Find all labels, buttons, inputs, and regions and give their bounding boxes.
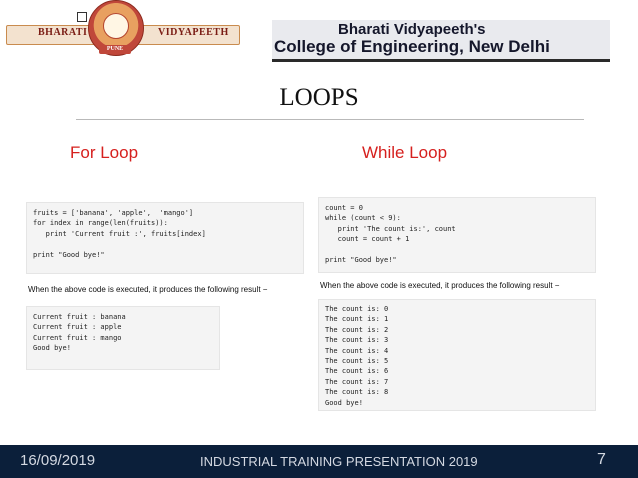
output-line: Good bye!: [33, 344, 71, 353]
while-loop-output-panel: The count is: 0 The count is: 1 The coun…: [318, 299, 596, 411]
for-loop-output-panel: Current fruit : banana Current fruit : a…: [26, 306, 220, 370]
code-line: count = 0: [325, 204, 363, 212]
checkbox-icon: [77, 12, 87, 22]
logo-city: PUNE: [99, 45, 131, 54]
output-line: The count is: 1: [325, 315, 389, 324]
title-divider: [76, 119, 584, 120]
while-loop-heading: While Loop: [362, 143, 448, 162]
slide-title: LOOPS: [279, 84, 359, 111]
output-line: The count is: 4: [325, 346, 389, 355]
institution-name-line2: College of Engineering, New Delhi: [274, 37, 550, 56]
page-number: 7: [597, 451, 606, 468]
footer-title: INDUSTRIAL TRAINING PRESENTATION 2019: [200, 454, 478, 469]
output-line: The count is: 5: [325, 356, 389, 365]
logo-seal-center-icon: [103, 13, 129, 39]
code-line: print 'The count is:', count: [325, 224, 456, 233]
code-line: count = count + 1: [325, 235, 410, 244]
for-loop-heading: For Loop: [70, 143, 139, 162]
output-line: The count is: 0: [325, 305, 389, 313]
code-line: print "Good bye!": [33, 250, 105, 259]
output-line: Current fruit : mango: [33, 333, 122, 342]
logo-right-text: VIDYAPEETH: [158, 27, 229, 38]
output-line: The count is: 8: [325, 388, 389, 397]
logo-left-text: BHARATI: [38, 27, 88, 38]
output-line: The count is: 3: [325, 336, 389, 345]
output-line: The count is: 2: [325, 325, 389, 334]
institution-name-line1: Bharati Vidyapeeth's: [338, 21, 486, 38]
code-line: for index in range(len(fruits)):: [33, 219, 168, 228]
for-loop-code-panel: fruits = ['banana', 'apple', 'mango'] fo…: [26, 202, 304, 274]
output-line: The count is: 6: [325, 367, 389, 376]
banner-divider: [272, 59, 610, 62]
output-line: Current fruit : banana: [33, 313, 126, 321]
code-line: while (count < 9):: [325, 214, 401, 223]
output-line: Good bye!: [325, 398, 363, 407]
code-line: print "Good bye!": [325, 255, 397, 264]
output-line: Current fruit : apple: [33, 323, 122, 332]
code-line: print 'Current fruit :', fruits[index]: [33, 229, 206, 238]
footer-date: 16/09/2019: [20, 452, 96, 469]
for-loop-result-note: When the above code is executed, it prod…: [28, 285, 268, 294]
while-loop-code-panel: count = 0 while (count < 9): print 'The …: [318, 197, 596, 273]
output-line: The count is: 7: [325, 377, 389, 386]
while-loop-result-note: When the above code is executed, it prod…: [320, 281, 560, 290]
code-line: fruits = ['banana', 'apple', 'mango']: [33, 209, 194, 217]
